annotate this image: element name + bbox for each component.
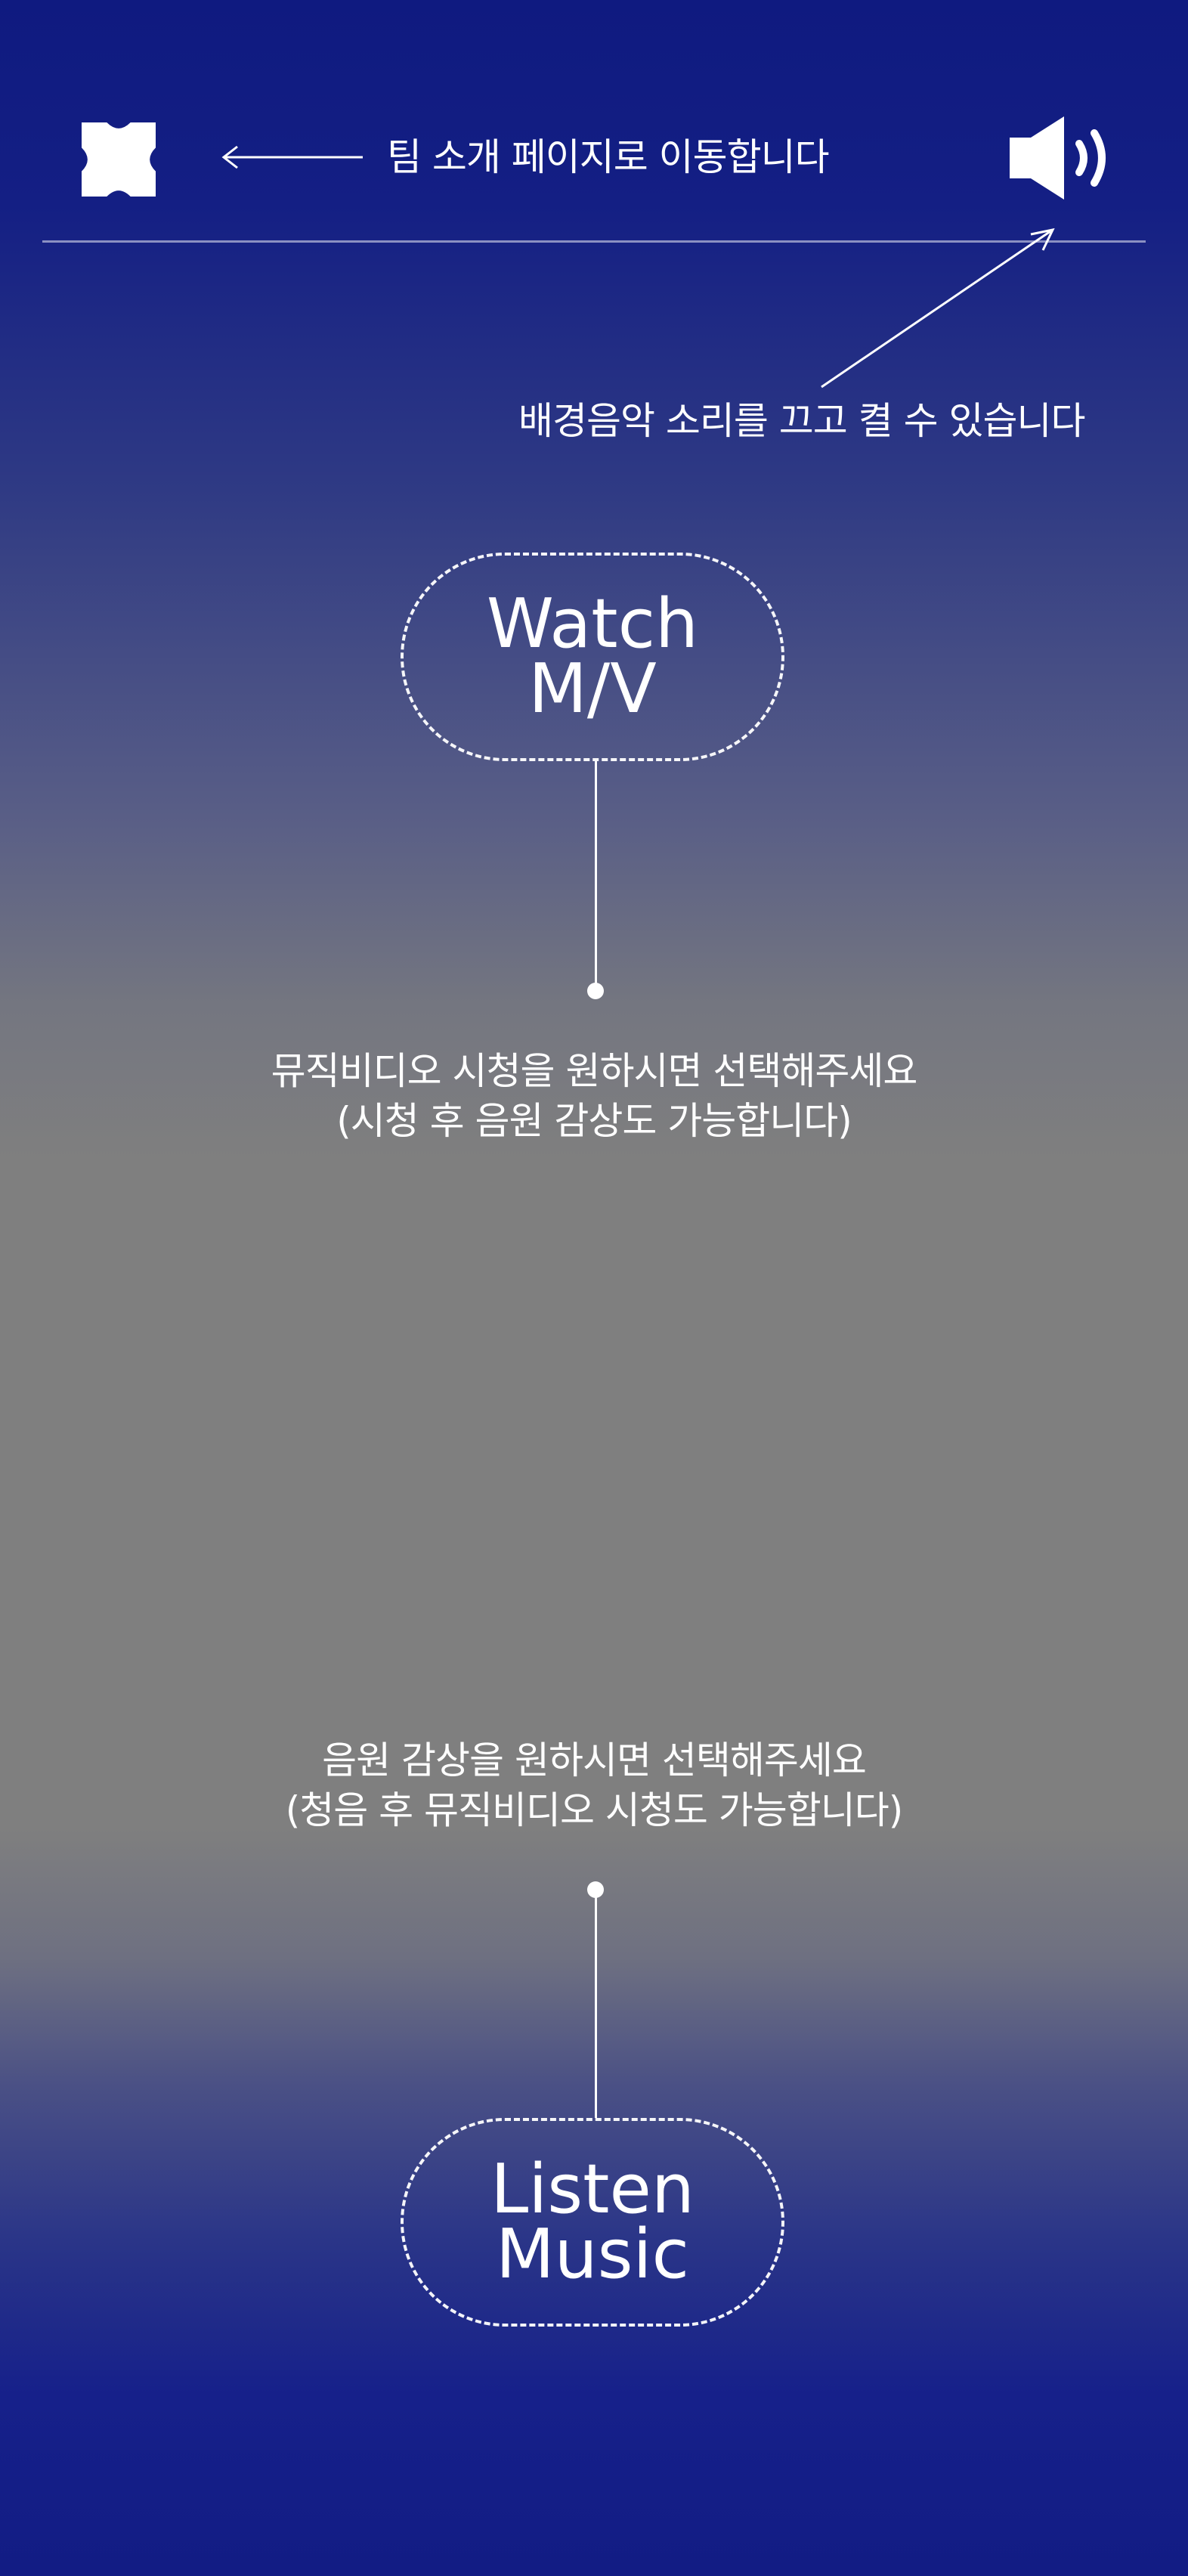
sound-toggle-button[interactable] bbox=[1010, 116, 1112, 200]
team-page-hint: 팀 소개 페이지로 이동합니다 bbox=[387, 135, 830, 179]
listen-music-button[interactable]: Listen Music bbox=[401, 2118, 784, 2327]
speaker-volume-icon bbox=[1010, 116, 1106, 200]
listen-caption: 음원 감상을 원하시면 선택해주세요 (청음 후 뮤직비디오 시청도 가능합니다… bbox=[141, 1735, 1047, 1835]
listen-connector-line bbox=[595, 1890, 597, 2118]
watch-mv-button[interactable]: Watch M/V bbox=[401, 553, 784, 761]
team-logo-button[interactable] bbox=[82, 122, 156, 197]
watch-caption: 뮤직비디오 시청을 원하시면 선택해주세요 (시청 후 음원 감상도 가능합니다… bbox=[141, 1046, 1047, 1146]
header-divider bbox=[42, 240, 1146, 243]
cross-emblem-icon bbox=[82, 122, 156, 197]
watch-caption-line2: (시청 후 음원 감상도 가능합니다) bbox=[336, 1099, 852, 1143]
listen-music-label: Listen Music bbox=[490, 2150, 695, 2294]
watch-caption-line1: 뮤직비디오 시청을 원하시면 선택해주세요 bbox=[271, 1049, 918, 1093]
watch-connector-dot bbox=[587, 983, 604, 999]
watch-connector-line bbox=[595, 761, 597, 992]
left-arrow-icon bbox=[221, 145, 363, 169]
listen-caption-line2: (청음 후 뮤직비디오 시청도 가능합니다) bbox=[285, 1788, 904, 1832]
sound-pointer-arrow-icon bbox=[821, 228, 1055, 389]
watch-mv-label: Watch M/V bbox=[486, 584, 699, 729]
sound-hint: 배경음악 소리를 끄고 켤 수 있습니다 bbox=[518, 399, 1085, 443]
listen-caption-line1: 음원 감상을 원하시면 선택해주세요 bbox=[322, 1738, 867, 1782]
